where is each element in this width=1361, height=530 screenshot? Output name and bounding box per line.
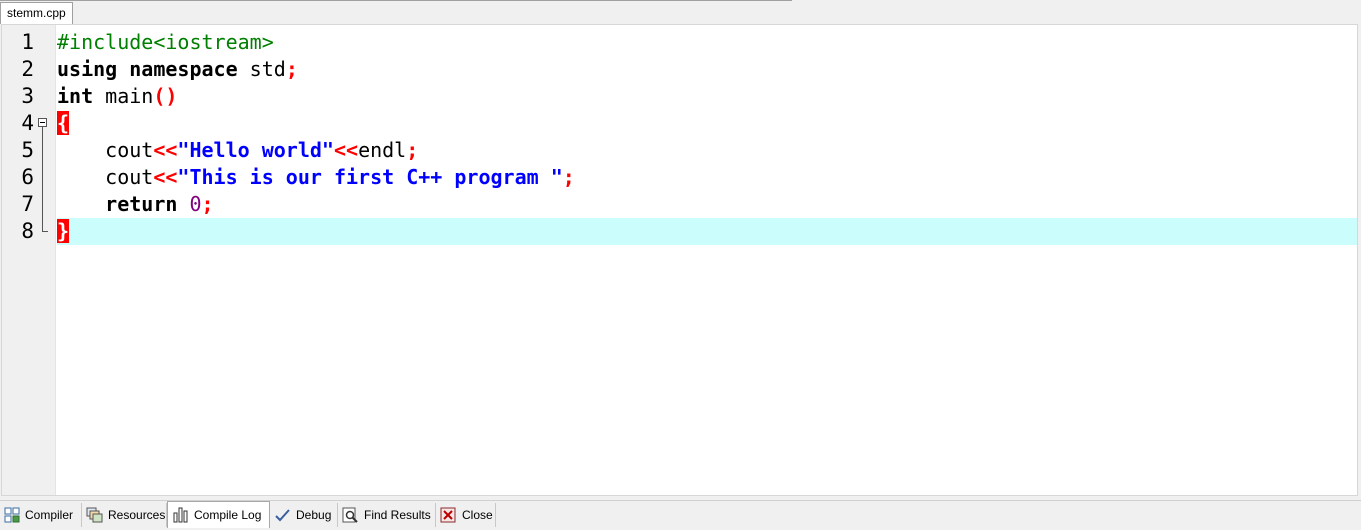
- tab-resources[interactable]: Resources: [82, 503, 167, 527]
- code-token: {: [57, 111, 70, 135]
- tab-compiler[interactable]: Compiler: [0, 503, 82, 527]
- tab-debug[interactable]: Debug: [270, 503, 338, 527]
- code-token: main: [93, 84, 154, 108]
- code-token: using: [57, 57, 118, 81]
- code-token: ;: [285, 57, 298, 81]
- tab-close-label: Close: [462, 508, 493, 522]
- code-token: ;: [406, 138, 419, 162]
- code-line[interactable]: using namespace std;: [57, 56, 1357, 83]
- code-token: "This is our first C++ program ": [177, 165, 563, 189]
- fold-guide-line: [42, 127, 43, 231]
- code-token: ;: [201, 192, 214, 216]
- tab-strip-border: [0, 0, 792, 1]
- fold-end-marker: [42, 231, 48, 232]
- tab-resources-label: Resources: [108, 508, 166, 522]
- gutter-row: 5: [2, 137, 55, 164]
- tab-debug-label: Debug: [296, 508, 332, 522]
- code-token: namespace: [129, 57, 238, 81]
- code-token: <<: [153, 138, 178, 162]
- line-number: 1: [21, 30, 34, 54]
- code-line[interactable]: cout<<"Hello world"<<endl;: [57, 137, 1357, 164]
- code-token: ;: [562, 165, 575, 189]
- debug-check-icon: [275, 509, 290, 522]
- code-token: int: [57, 84, 94, 108]
- bar-chart-icon: [173, 507, 188, 523]
- code-line[interactable]: cout<<"This is our first C++ program ";: [57, 164, 1357, 191]
- line-number: 5: [21, 138, 34, 162]
- gutter-row: 3: [2, 83, 55, 110]
- line-number: 6: [21, 165, 34, 189]
- line-number: 3: [21, 84, 34, 108]
- line-number: 8: [21, 219, 34, 243]
- fold-toggle-icon[interactable]: [38, 118, 47, 127]
- code-token: (): [153, 84, 178, 108]
- gutter-row: 4: [2, 110, 55, 137]
- code-token: <<: [153, 165, 178, 189]
- code-token: std: [237, 57, 286, 81]
- code-token: cout: [57, 138, 154, 162]
- code-token: 0: [189, 192, 202, 216]
- tab-compile-log[interactable]: Compile Log: [167, 501, 270, 528]
- tab-close[interactable]: Close: [436, 503, 496, 527]
- gutter-row: 6: [2, 164, 55, 191]
- code-line[interactable]: int main(): [57, 83, 1357, 110]
- code-editor[interactable]: 12345678 #include<iostream> using namespa…: [1, 24, 1358, 496]
- line-number: 7: [21, 192, 34, 216]
- code-token: endl: [358, 138, 407, 162]
- line-number: 2: [21, 57, 34, 81]
- file-tab-strip: stemm.cpp: [0, 0, 1361, 24]
- code-token: return: [105, 192, 178, 216]
- compiler-grid-icon: [4, 507, 20, 523]
- gutter-row: 1: [2, 29, 55, 56]
- gutter-row: 7: [2, 191, 55, 218]
- find-magnifier-icon: [342, 507, 358, 523]
- line-number-gutter: 1 2 3 4 5 6 7 8: [2, 25, 56, 495]
- tab-find-results[interactable]: Find Results: [338, 503, 436, 527]
- tab-compiler-label: Compiler: [25, 508, 74, 522]
- resources-icon: [86, 507, 103, 523]
- tab-find-results-label: Find Results: [364, 508, 431, 522]
- close-icon: [440, 507, 456, 523]
- code-token: "Hello world": [177, 138, 334, 162]
- code-token: <<: [333, 138, 359, 162]
- code-token: cout: [57, 165, 154, 189]
- current-code-line[interactable]: }: [57, 218, 1357, 245]
- tab-compile-log-label: Compile Log: [194, 508, 262, 522]
- code-line[interactable]: #include<iostream>: [57, 29, 1357, 56]
- code-token: #include<iostream>: [57, 30, 274, 54]
- code-line[interactable]: {: [57, 110, 1357, 137]
- code-token: }: [57, 219, 70, 243]
- bottom-panel-tabs: Compiler Resources Compile Log Debug Fin…: [0, 500, 1361, 530]
- gutter-row: 2: [2, 56, 55, 83]
- line-number: 4: [21, 111, 34, 135]
- code-line[interactable]: return 0;: [57, 191, 1357, 218]
- file-tab-stemm-cpp[interactable]: stemm.cpp: [0, 2, 73, 24]
